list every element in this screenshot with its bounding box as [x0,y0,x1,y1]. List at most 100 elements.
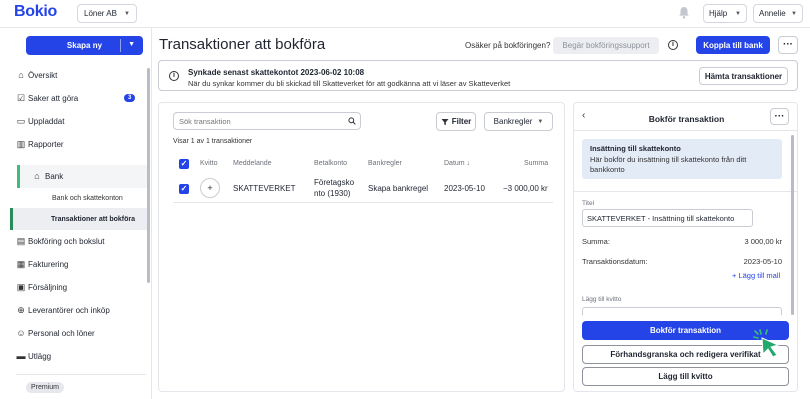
plan-badge[interactable]: Premium [26,382,65,393]
sidebar-item-personnel[interactable]: ☺ Personal och löner [0,322,150,345]
info-icon: i [169,71,179,81]
sidebar-item-label: Bank [45,172,64,181]
sidebar-item-uploaded[interactable]: ▭ Uppladdat [0,110,150,133]
sum-label: Summa: [582,237,610,246]
chevron-down-icon: ▼ [537,118,544,125]
title-input[interactable]: SKATTEVERKET - Insättning till skattekon… [582,209,753,227]
main-navigation: ⌂ Översikt ☑ Saker att göra 3 ▭ Uppladda… [0,64,150,368]
panel-scrollbar[interactable] [791,135,794,315]
panel-divider [574,130,797,131]
column-date[interactable]: Datum ↓ [444,160,470,167]
bar-chart-icon: ▥ [16,139,26,149]
sidebar-item-bank[interactable]: ⌂ Bank [17,165,150,188]
sync-banner-text: När du synkar kommer du bli skickad till… [188,79,511,88]
unsure-text: Osäker på bokföringen? [465,41,551,50]
row-amount: −3 000,00 kr [503,184,548,193]
more-options-button[interactable]: ··· [778,36,798,54]
sidebar-subitem-label: Transaktioner att bokföra [51,215,136,223]
select-all-checkbox[interactable]: ✓ [179,159,189,169]
sidebar-item-todo[interactable]: ☑ Saker att göra 3 [0,87,150,110]
top-bar: Bokio Löner AB ▼ Hjälp ▼ Annelie ▼ [0,0,810,28]
row-message: SKATTEVERKET [233,184,296,193]
column-rules: Bankregler [368,160,402,167]
bank-rules-dropdown[interactable]: Bankregler ▼ [484,112,553,131]
row-date: 2023-05-10 [444,184,485,193]
connect-bank-button[interactable]: Koppla till bank [696,36,770,54]
create-new-button[interactable]: Skapa ny ▼ [26,36,143,55]
fetch-transactions-button[interactable]: Hämta transaktioner [699,67,788,85]
help-label: Hjälp [709,9,728,18]
mouse-cursor-icon [753,329,780,358]
sidebar-subitem-transactions[interactable]: Transaktioner att bokföra [10,208,150,230]
sidebar-item-label: Översikt [28,71,58,80]
sidebar-scrollbar[interactable] [147,68,150,283]
add-receipt-button[interactable]: + [200,178,220,198]
user-name: Annelie [759,9,786,18]
sync-banner-title: Synkade senast skattekontot 2023-06-02 1… [188,68,365,77]
add-template-link[interactable]: + Lägg till mall [732,271,780,280]
company-name: Löner AB [84,9,117,18]
sidebar-subitem-bank-accounts[interactable]: Bank och skattekonton [0,188,150,208]
chevron-down-icon: ▼ [124,10,130,17]
supplier-icon: ⊕ [17,305,25,315]
sidebar-item-expenses[interactable]: ▬ Utlägg [0,345,150,368]
template-title: Insättning till skattekonto [590,144,681,153]
help-menu[interactable]: Hjälp ▼ [703,4,747,23]
book-icon: ▤ [16,236,26,246]
home-icon: ⌂ [18,70,24,80]
result-count: Visar 1 av 1 transaktioner [173,138,253,145]
column-receipt: Kvitto [200,160,218,167]
sidebar-item-reports[interactable]: ▥ Rapporter [0,133,150,156]
chevron-down-icon: ▼ [791,10,797,17]
person-icon: ☺ [16,328,26,338]
column-message: Meddelande [233,160,272,167]
search-input[interactable] [173,112,361,130]
add-receipt-button[interactable]: Lägg till kvitto [582,367,789,386]
request-support-button[interactable]: Begär bokföringssupport [553,37,659,54]
sum-value: 3 000,00 kr [744,237,782,246]
column-account: Betalkonto [314,160,348,167]
transactions-panel: Filter Bankregler ▼ Visar 1 av 1 transak… [158,102,565,392]
receipt-field-label: Lägg till kvitto [582,296,622,303]
sidebar-subitem-label: Bank och skattekonton [52,194,123,202]
panel-title: Bokför transaktion [648,114,725,124]
filter-button[interactable]: Filter [436,112,476,131]
sidebar-item-overview[interactable]: ⌂ Översikt [0,64,150,87]
sidebar-item-label: Bokföring och bokslut [28,237,105,246]
notification-bell-icon[interactable] [678,6,690,19]
user-menu[interactable]: Annelie ▼ [753,4,803,23]
table-row[interactable]: ✓ + SKATTEVERKET Företagsko nto (1930) S… [173,175,553,203]
date-value: 2023-05-10 [743,257,782,266]
panel-divider [574,191,797,192]
filter-icon [441,118,449,125]
create-new-label: Skapa ny [66,41,103,50]
sidebar-item-label: Personal och löner [28,329,95,338]
page-title: Transaktioner att bokföra [159,36,326,53]
active-indicator [17,165,20,188]
bank-icon: ⌂ [34,171,40,181]
sidebar-item-label: Fakturering [28,260,69,269]
sidebar-item-label: Uppladdat [28,117,65,126]
panel-more-button[interactable]: ··· [770,108,789,125]
sidebar-item-label: Saker att göra [28,94,79,103]
chevron-down-icon[interactable]: ▼ [128,41,135,48]
sum-row: Summa: 3 000,00 kr [582,237,782,246]
row-create-rule-link[interactable]: Skapa bankregel [368,184,428,193]
row-checkbox[interactable]: ✓ [179,184,189,194]
sidebar-item-label: Rapporter [28,140,64,149]
sidebar-item-sales[interactable]: ▣ Försäljning [0,276,150,299]
folder-icon: ▭ [16,116,26,126]
search-icon[interactable] [348,117,356,125]
row-account-line2: nto (1930) [314,189,351,198]
button-divider [120,39,121,52]
sidebar-item-suppliers[interactable]: ⊕ Leverantörer och inköp [0,299,150,322]
bokio-logo[interactable]: Bokio [14,3,57,21]
table-header: ✓ Kvitto Meddelande Betalkonto Bankregle… [173,158,553,172]
sidebar-item-label: Utlägg [28,352,52,361]
checklist-icon: ☑ [16,93,26,103]
info-icon[interactable]: i [668,40,678,50]
company-selector[interactable]: Löner AB ▼ [77,4,137,23]
sidebar-item-invoicing[interactable]: ▦ Fakturering [0,253,150,276]
sidebar-item-bookkeeping[interactable]: ▤ Bokföring och bokslut [0,230,150,253]
